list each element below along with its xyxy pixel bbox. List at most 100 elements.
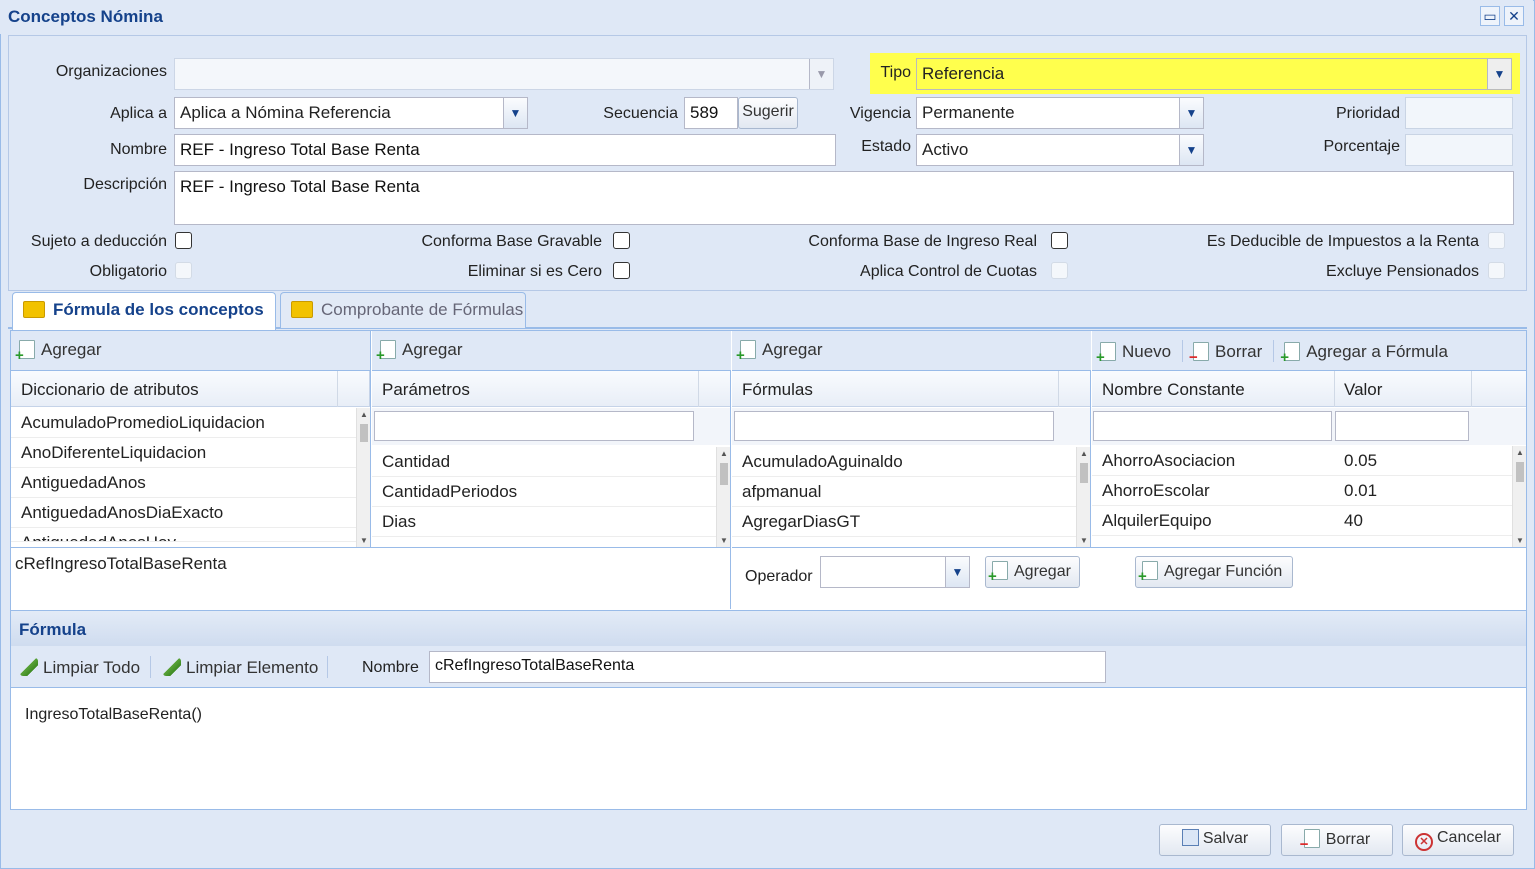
conforma-base-gravable-checkbox[interactable] [613,232,630,249]
nombre-input[interactable]: REF - Ingreso Total Base Renta [174,134,836,166]
sugerir-button[interactable]: Sugerir [738,97,798,129]
formulas-rows: AcumuladoAguinaldo afpmanual AgregarDias… [732,447,1076,537]
valor-filter-input[interactable] [1335,411,1469,441]
atributos-scrollbar[interactable]: ▲ ▼ [356,408,370,547]
table-row[interactable]: AlquilerEquipo 40 [1092,506,1512,536]
column-title: Diccionario de atributos [21,380,199,399]
chevron-down-icon[interactable]: ▼ [1179,135,1203,165]
borrar-constante-button[interactable]: Borrar [1189,342,1263,366]
list-item[interactable]: AntiguedadAnosDiaExacto [11,498,356,528]
chevron-down-icon[interactable]: ▼ [809,59,833,89]
list-item[interactable]: AntiguedadAnos [11,468,356,498]
scroll-thumb[interactable] [1080,463,1088,483]
tipo-combo[interactable]: Referencia ▼ [916,58,1512,90]
toolbar-separator [1272,340,1274,362]
chevron-down-icon[interactable]: ▼ [503,98,527,128]
expression-area[interactable]: cRefIngresoTotalBaseRenta [11,547,731,609]
list-item[interactable]: AntiguedadAnosHoy [11,528,356,542]
nombre-constante-header[interactable]: Nombre Constante [1102,380,1245,399]
vigencia-value: Permanente [922,103,1015,122]
formulas-filter-input[interactable] [734,411,1054,441]
list-item[interactable]: CantidadPeriodos [372,477,716,507]
parametros-column-header[interactable]: Parámetros [372,371,730,407]
cancel-icon: ✕ [1414,833,1433,851]
folder-icon [23,301,45,318]
list-item[interactable]: Dias [372,507,716,537]
formula-nombre-input[interactable]: cRefIngresoTotalBaseRenta [429,651,1106,683]
list-item[interactable]: AnoDiferenteLiquidacion [11,438,356,468]
cancelar-button[interactable]: ✕ Cancelar [1402,824,1514,856]
scroll-up-icon[interactable]: ▲ [1513,448,1527,457]
button-label: Salvar [1202,830,1249,847]
sujeto-deduccion-checkbox[interactable] [175,232,192,249]
aplica-control-cuotas-checkbox[interactable] [1051,262,1068,279]
list-item[interactable]: AgregarDiasGT [732,507,1076,537]
estado-combo[interactable]: Activo ▼ [916,134,1204,166]
parametros-toolbar: Agregar [372,331,731,371]
table-row[interactable]: AhorroEscolar 0.01 [1092,476,1512,506]
scroll-up-icon[interactable]: ▲ [1077,449,1091,458]
scroll-down-icon[interactable]: ▼ [1077,536,1091,545]
brush-icon [20,658,38,676]
list-item[interactable]: AcumuladoAguinaldo [732,447,1076,477]
es-deducible-checkbox[interactable] [1488,232,1505,249]
scroll-thumb[interactable] [1516,462,1524,482]
list-item[interactable]: afpmanual [732,477,1076,507]
operador-agregar-button[interactable]: Agregar [985,556,1080,588]
button-label: Cancelar [1436,829,1502,846]
chevron-down-icon[interactable]: ▼ [945,557,969,587]
button-label: Borrar [1215,342,1263,361]
agregar-funcion-button[interactable]: Agregar Función [1135,556,1293,588]
organizaciones-combo[interactable]: ▼ [174,58,834,90]
excluye-pensionados-checkbox[interactable] [1488,262,1505,279]
scroll-up-icon[interactable]: ▲ [357,410,371,419]
scroll-down-icon[interactable]: ▼ [717,536,731,545]
button-label: Agregar [402,340,463,359]
nombre-filter-input[interactable] [1093,411,1332,441]
chevron-down-icon[interactable]: ▼ [1487,59,1511,89]
descripcion-textarea[interactable]: REF - Ingreso Total Base Renta [174,171,1514,225]
valor-header[interactable]: Valor [1344,380,1382,400]
tab-comprobante-formulas[interactable]: Comprobante de Fórmulas [280,292,526,328]
porcentaje-input[interactable] [1405,134,1513,166]
maximize-icon[interactable]: ▭ [1480,6,1500,26]
operador-combo[interactable]: ▼ [820,556,970,588]
scroll-down-icon[interactable]: ▼ [357,536,371,545]
table-row[interactable]: AhorroAsociacion 0.05 [1092,446,1512,476]
parametros-scrollbar[interactable]: ▲ ▼ [716,447,730,547]
limpiar-todo-button[interactable]: Limpiar Todo [20,658,140,678]
scroll-down-icon[interactable]: ▼ [1513,536,1527,545]
conforma-base-ingreso-real-checkbox[interactable] [1051,232,1068,249]
vigencia-combo[interactable]: Permanente ▼ [916,97,1204,129]
eliminar-si-cero-checkbox[interactable] [613,262,630,279]
formulas-scrollbar[interactable]: ▲ ▼ [1076,447,1090,547]
add-icon [1138,561,1158,585]
salvar-button[interactable]: Salvar [1159,824,1271,856]
parametros-filter-input[interactable] [374,411,694,441]
constantes-scrollbar[interactable]: ▲ ▼ [1512,446,1526,547]
aplica-a-combo[interactable]: Aplica a Nómina Referencia ▼ [174,97,528,129]
parametros-agregar-button[interactable]: Agregar [376,340,463,364]
list-item[interactable]: AcumuladoPromedioLiquidacion [11,408,356,438]
chevron-down-icon[interactable]: ▼ [1179,98,1203,128]
atributos-agregar-button[interactable]: Agregar [15,340,101,364]
nuevo-button[interactable]: Nuevo [1096,342,1171,366]
constantes-grid: Nuevo Borrar Agregar a Fórmula Nombre Co… [1092,331,1526,547]
list-item[interactable]: Cantidad [372,447,716,477]
tab-formula-conceptos[interactable]: Fórmula de los conceptos [12,292,276,330]
obligatorio-checkbox[interactable] [175,262,192,279]
save-icon [1181,829,1199,846]
formula-editor[interactable]: IngresoTotalBaseRenta() [11,689,1526,809]
scroll-thumb[interactable] [720,463,728,485]
atributos-column-header[interactable]: Diccionario de atributos [11,371,370,407]
formulas-agregar-button[interactable]: Agregar [736,340,822,364]
close-icon[interactable]: ✕ [1504,6,1524,26]
limpiar-elemento-button[interactable]: Limpiar Elemento [163,658,318,678]
agregar-a-formula-button[interactable]: Agregar a Fórmula [1280,342,1448,366]
scroll-up-icon[interactable]: ▲ [717,449,731,458]
formulas-column-header[interactable]: Fórmulas [732,371,1090,407]
scroll-thumb[interactable] [360,424,368,442]
prioridad-input[interactable] [1405,97,1513,129]
borrar-button[interactable]: Borrar [1281,824,1393,856]
secuencia-input[interactable]: 589 [684,97,738,129]
